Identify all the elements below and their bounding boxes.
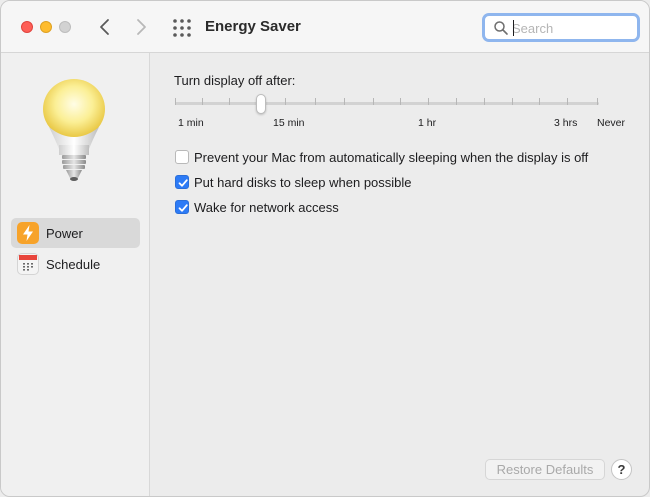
prevent-sleep-label: Prevent your Mac from automatically slee…: [194, 150, 589, 165]
sidebar-item-power[interactable]: Power: [11, 218, 140, 248]
slider-tick: [539, 98, 540, 105]
tick-label-15-min: 15 min: [273, 117, 305, 129]
back-button[interactable]: [93, 15, 117, 39]
show-all-button[interactable]: [171, 17, 193, 39]
search-icon: [494, 21, 508, 35]
chevron-right-icon: [137, 19, 146, 35]
slider-tick: [315, 98, 316, 105]
lightning-bolt-icon: [17, 222, 39, 244]
grid-icon: [173, 19, 191, 37]
chevron-left-icon: [100, 19, 109, 35]
slider-tick: [373, 98, 374, 105]
display-off-label: Turn display off after:: [174, 73, 296, 88]
wake-network-option[interactable]: Wake for network access: [175, 198, 375, 216]
slider-tick: [229, 98, 230, 105]
zoom-button[interactable]: [59, 21, 71, 33]
disk-sleep-label: Put hard disks to sleep when possible: [194, 175, 412, 190]
slider-tick: [202, 98, 203, 105]
slider-tick: [456, 98, 457, 105]
wake-network-checkbox[interactable]: [175, 200, 189, 214]
slider-tick: [400, 98, 401, 105]
slider-thumb[interactable]: [256, 94, 266, 114]
slider-tick: [512, 98, 513, 105]
checkmark-icon: [178, 204, 188, 212]
checkmark-icon: [178, 179, 188, 187]
slider-tick: [428, 98, 429, 105]
prevent-sleep-checkbox[interactable]: [175, 150, 189, 164]
energy-saver-window: Energy Saver Search Power Schedule Turn …: [0, 0, 650, 497]
forward-button[interactable]: [129, 15, 153, 39]
slider-tick: [484, 98, 485, 105]
restore-defaults-button[interactable]: Restore Defaults: [485, 459, 605, 480]
slider-tick: [175, 98, 176, 105]
tick-label-1-hr: 1 hr: [418, 117, 437, 129]
slider-track: [175, 102, 599, 105]
search-input[interactable]: [512, 18, 632, 38]
tick-label-never: Never: [597, 117, 626, 129]
wake-network-label: Wake for network access: [194, 200, 339, 215]
slider-tick: [567, 98, 568, 105]
search-field[interactable]: [482, 13, 640, 42]
tick-label-1-min: 1 min: [178, 117, 204, 129]
main-panel: Turn display off after: 1 min 15 min 1 h…: [151, 53, 649, 496]
sidebar: Power Schedule: [1, 53, 150, 496]
text-cursor: [513, 20, 514, 36]
slider-tick: [597, 98, 598, 105]
slider-tick: [344, 98, 345, 105]
close-button[interactable]: [21, 21, 33, 33]
disk-sleep-option[interactable]: Put hard disks to sleep when possible: [175, 173, 435, 191]
calendar-icon: [17, 253, 39, 275]
disk-sleep-checkbox[interactable]: [175, 175, 189, 189]
slider-tick: [285, 98, 286, 105]
sidebar-item-schedule[interactable]: Schedule: [11, 249, 140, 279]
sidebar-item-label: Schedule: [46, 257, 101, 272]
minimize-button[interactable]: [40, 21, 52, 33]
lightbulb-icon: [43, 79, 105, 181]
prevent-sleep-option[interactable]: Prevent your Mac from automatically slee…: [175, 148, 615, 166]
tick-label-3-hrs: 3 hrs: [554, 117, 578, 129]
display-off-slider[interactable]: [173, 93, 623, 117]
sidebar-item-label: Power: [46, 226, 83, 241]
title-bar: Energy Saver: [1, 1, 649, 53]
window-title: Energy Saver: [205, 18, 301, 35]
help-button[interactable]: ?: [611, 459, 632, 480]
